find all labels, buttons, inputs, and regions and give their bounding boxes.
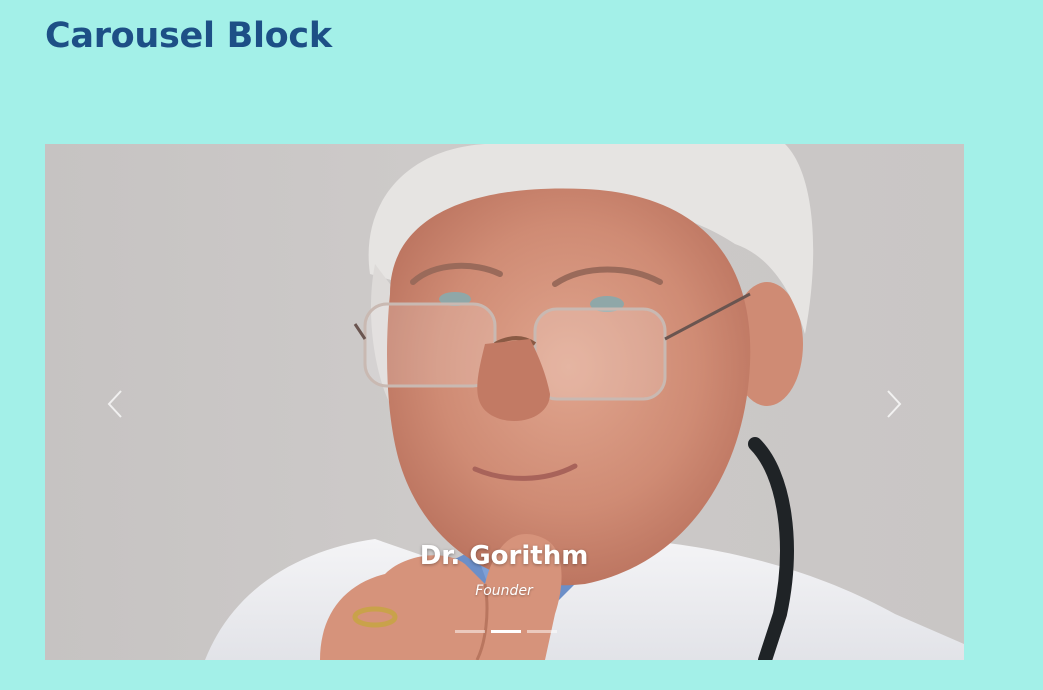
page-title: Carousel Block — [45, 16, 332, 56]
previous-slide-button[interactable] — [95, 384, 135, 424]
slide-indicator[interactable] — [527, 630, 557, 633]
slide-indicator[interactable] — [455, 630, 485, 633]
slide-caption: Dr. Gorithm Founder — [304, 536, 704, 602]
slide-name: Dr. Gorithm — [419, 541, 589, 571]
next-slide-button[interactable] — [874, 384, 914, 424]
chevron-left-icon — [107, 390, 122, 418]
slide-role: Founder — [475, 583, 533, 599]
carousel[interactable]: Dr. Gorithm Founder — [45, 144, 964, 660]
slide-indicator-active[interactable] — [491, 630, 521, 633]
chevron-right-icon — [887, 390, 902, 418]
slide-indicators — [455, 630, 557, 633]
